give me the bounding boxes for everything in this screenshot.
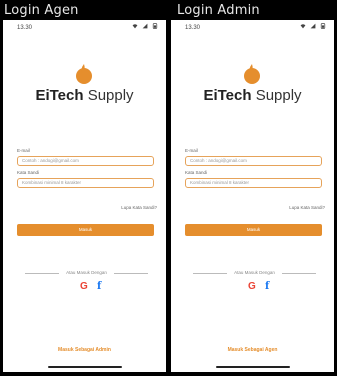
divider-line-right [114,273,148,274]
social-divider: Atau Masuk Dengan [25,270,148,276]
signal-icon [310,23,316,29]
submit-button[interactable]: Masuk [185,224,322,236]
password-label: Kata Sandi [185,170,208,175]
battery-icon [320,23,326,29]
wifi-icon [132,24,138,29]
status-bar: 13.30 [3,22,166,34]
forgot-password-link[interactable]: Lupa Kata Sandi? [289,205,325,210]
login-as-admin-link[interactable]: Masuk Sebagai Admin [3,347,166,353]
home-indicator [48,366,122,368]
panel-title-admin: Login Admin [177,3,260,18]
password-input[interactable]: Kombinasi minimal 8 karakter [17,178,154,188]
brand-name-light: Supply [255,87,302,104]
brand-name: EiTech Supply [171,87,334,104]
brand-name: EiTech Supply [3,87,166,104]
google-icon[interactable]: G [248,281,256,292]
phone-login-agen: 13.30 EiTech Supply E-mail Contoh : ando… [3,20,166,372]
facebook-icon[interactable]: f [265,281,269,292]
google-icon[interactable]: G [80,281,88,292]
password-input[interactable]: Kombinasi minimal 8 karakter [185,178,322,188]
panel-title-agen: Login Agen [4,3,79,18]
submit-button[interactable]: Masuk [17,224,154,236]
brand-name-bold: EiTech [203,87,252,104]
login-as-agent-link[interactable]: Masuk Sebagai Agen [171,347,334,353]
status-bar: 13.30 [171,22,334,34]
status-time: 13.30 [185,25,201,31]
battery-icon [152,23,158,29]
social-divider: Atau Masuk Dengan [193,270,316,276]
status-icons [132,23,158,29]
brand-name-light: Supply [87,87,134,104]
facebook-icon[interactable]: f [97,281,101,292]
email-label: E-mail [185,148,198,153]
password-label: Kata Sandi [17,170,40,175]
wifi-icon [300,24,306,29]
forgot-password-link[interactable]: Lupa Kata Sandi? [121,205,157,210]
signal-icon [142,23,148,29]
status-icons [300,23,326,29]
status-time: 13.30 [17,25,33,31]
phone-login-admin: 13.30 EiTech Supply E-mail Contoh : ando… [171,20,334,372]
brand-logo-icon [244,64,260,84]
email-label: E-mail [17,148,30,153]
brand-name-bold: EiTech [35,87,84,104]
brand-logo-icon [76,64,92,84]
home-indicator [216,366,290,368]
divider-line-right [282,273,316,274]
email-input[interactable]: Contoh : andogi@gmail.com [185,156,322,166]
email-input[interactable]: Contoh : andogi@gmail.com [17,156,154,166]
